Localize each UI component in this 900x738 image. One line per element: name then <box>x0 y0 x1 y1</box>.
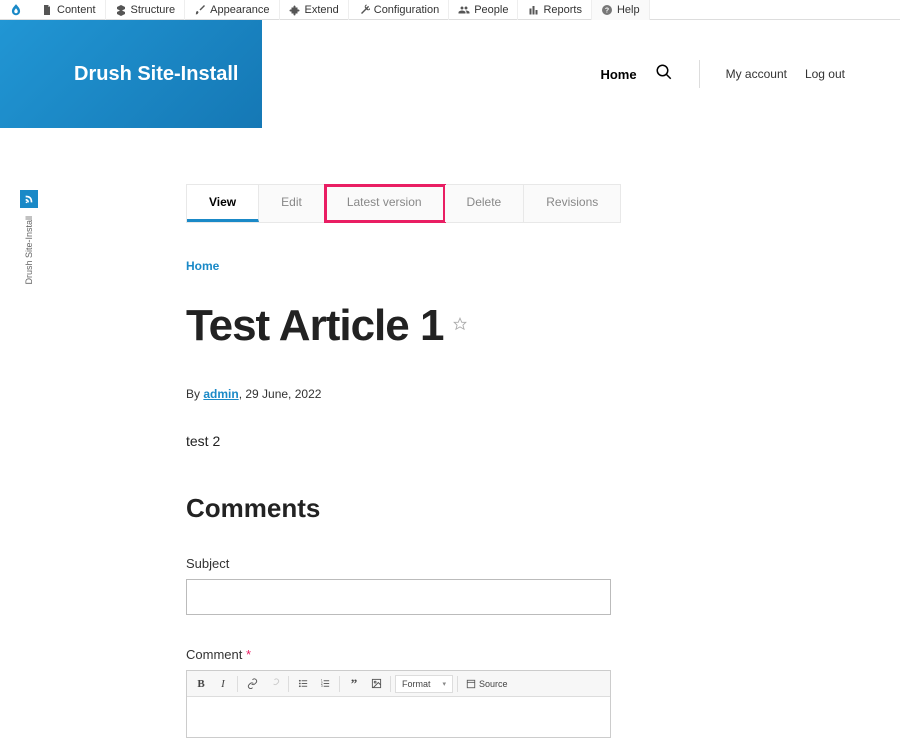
search-icon[interactable] <box>655 63 673 86</box>
subject-label-text: Subject <box>186 556 229 571</box>
local-tasks-tabs: View Edit Latest version Delete Revision… <box>186 184 621 223</box>
my-account-link[interactable]: My account <box>726 67 787 81</box>
svg-text:3: 3 <box>320 684 322 688</box>
admin-menu-appearance[interactable]: Appearance <box>185 0 279 20</box>
blockquote-button[interactable]: ” <box>344 674 364 694</box>
admin-menu-configuration[interactable]: Configuration <box>349 0 449 20</box>
article-body: test 2 <box>186 433 806 449</box>
admin-menu-label: Reports <box>543 4 582 16</box>
page-title: Test Article 1 <box>186 301 443 351</box>
breadcrumb-home[interactable]: Home <box>186 259 806 273</box>
comment-editor: B I 123 ” Format <box>186 670 611 738</box>
separator <box>339 676 340 692</box>
tab-delete[interactable]: Delete <box>445 185 525 222</box>
unlink-button[interactable] <box>264 674 284 694</box>
separator <box>390 676 391 692</box>
vertical-badge-text: Drush Site-Install <box>24 216 34 285</box>
separator <box>457 676 458 692</box>
admin-menu-help[interactable]: ? Help <box>592 0 650 20</box>
subject-input[interactable] <box>186 579 611 615</box>
divider <box>699 60 700 88</box>
brush-icon <box>194 4 206 16</box>
title-row: Test Article 1 <box>186 301 806 351</box>
vertical-site-badge: Drush Site-Install <box>14 190 44 285</box>
admin-menu-label: Extend <box>305 4 339 16</box>
separator <box>237 676 238 692</box>
editor-textarea[interactable] <box>187 697 610 737</box>
admin-menu-content[interactable]: Content <box>32 0 106 20</box>
nav-home-link[interactable]: Home <box>600 67 636 82</box>
admin-toolbar: Content Structure Appearance Extend Conf… <box>0 0 900 20</box>
star-icon[interactable] <box>453 317 467 336</box>
admin-menu-extend[interactable]: Extend <box>280 0 349 20</box>
admin-menu-structure[interactable]: Structure <box>106 0 186 20</box>
subject-label: Subject <box>186 556 806 571</box>
tab-revisions[interactable]: Revisions <box>524 185 620 222</box>
bold-button[interactable]: B <box>191 674 211 694</box>
comment-label: Comment * <box>186 647 806 662</box>
editor-toolbar: B I 123 ” Format <box>187 671 610 697</box>
comment-label-text: Comment <box>186 647 242 662</box>
separator <box>288 676 289 692</box>
wrench-icon <box>358 4 370 16</box>
help-icon: ? <box>601 4 613 16</box>
people-icon <box>458 4 470 16</box>
format-dropdown[interactable]: Format <box>395 675 453 693</box>
main-content: View Edit Latest version Delete Revision… <box>186 128 806 738</box>
admin-menu-label: People <box>474 4 508 16</box>
admin-menu-reports[interactable]: Reports <box>518 0 592 20</box>
source-button[interactable]: Source <box>462 679 512 689</box>
log-out-link[interactable]: Log out <box>805 67 845 81</box>
site-header: Drush Site-Install Home My account Log o… <box>0 20 900 128</box>
admin-menu-people[interactable]: People <box>449 0 518 20</box>
admin-menu-label: Configuration <box>374 4 439 16</box>
site-name: Drush Site-Install <box>74 63 238 86</box>
comments-heading: Comments <box>186 493 806 524</box>
author-link[interactable]: admin <box>203 387 238 401</box>
bullet-list-button[interactable] <box>293 674 313 694</box>
byline-prefix: By <box>186 387 203 401</box>
link-button[interactable] <box>242 674 262 694</box>
admin-menu-label: Appearance <box>210 4 269 16</box>
admin-menu-label: Content <box>57 4 96 16</box>
byline-date: , 29 June, 2022 <box>239 387 322 401</box>
file-icon <box>41 4 53 16</box>
header-nav: Home My account Log out <box>262 60 900 88</box>
site-branding[interactable]: Drush Site-Install <box>0 20 262 128</box>
tab-view[interactable]: View <box>187 185 259 222</box>
structure-icon <box>115 4 127 16</box>
admin-menu-label: Help <box>617 4 640 16</box>
rss-icon[interactable] <box>20 190 38 208</box>
drupal-logo-icon[interactable] <box>0 0 32 20</box>
format-label: Format <box>402 679 431 689</box>
tab-latest-version[interactable]: Latest version <box>325 185 445 222</box>
article-byline: By admin, 29 June, 2022 <box>186 387 806 401</box>
tab-edit[interactable]: Edit <box>259 185 325 222</box>
numbered-list-button[interactable]: 123 <box>315 674 335 694</box>
chart-icon <box>527 4 539 16</box>
svg-text:?: ? <box>605 7 609 14</box>
required-mark: * <box>246 647 251 662</box>
admin-menu-label: Structure <box>131 4 176 16</box>
puzzle-icon <box>289 4 301 16</box>
italic-button[interactable]: I <box>213 674 233 694</box>
source-label: Source <box>479 679 508 689</box>
image-button[interactable] <box>366 674 386 694</box>
